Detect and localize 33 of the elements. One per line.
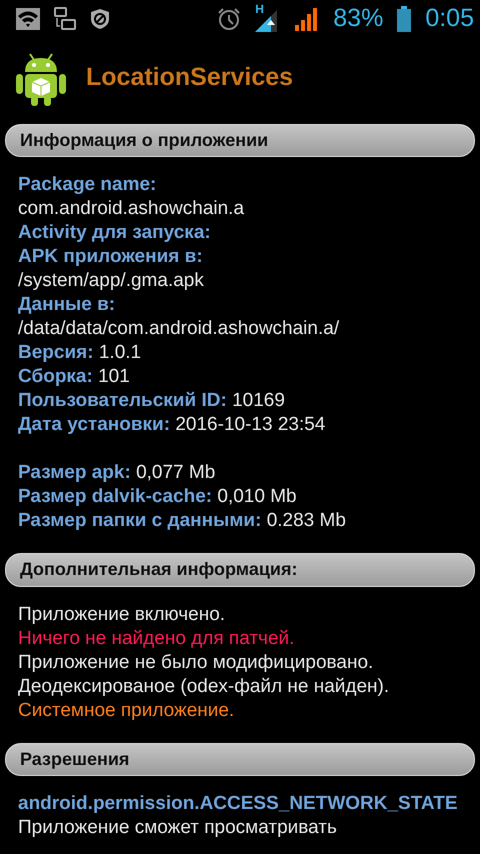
section-header: Дополнительная информация: xyxy=(5,553,475,587)
info-line: Сборка: 101 xyxy=(18,365,131,390)
status-line: Системное приложение. xyxy=(18,698,236,723)
info-line: Размер dalvik-cache: 0,010 Mb xyxy=(18,485,298,510)
clock-time: 0:05 xyxy=(425,4,474,34)
info-value: com.android.ashowchain.a xyxy=(18,197,246,222)
signal-icon xyxy=(295,6,320,31)
info-label: APK приложения в: xyxy=(18,245,204,270)
permission-description: Приложение сможет просматривать xyxy=(18,816,338,840)
screen-icon xyxy=(54,6,76,31)
status-line: Ничего не найдено для патчей. xyxy=(18,626,296,651)
info-line: Размер папки с данными: 0.283 Mb xyxy=(18,509,347,534)
info-value: /system/app/.gma.apk xyxy=(18,269,205,294)
info-line: Дата установки: 2016-10-13 23:54 xyxy=(18,413,326,438)
section-header: Информация о приложении xyxy=(5,124,475,158)
info-line: Версия: 1.0.1 xyxy=(18,341,142,366)
wifi-icon xyxy=(16,8,40,30)
permission-name: android.permission.ACCESS_NETWORK_STATE xyxy=(18,792,459,816)
alarm-icon xyxy=(217,6,242,31)
section-header: Разрешения xyxy=(5,742,475,776)
shield-icon xyxy=(90,8,110,30)
info-label: Package name: xyxy=(18,173,158,198)
info-line: Размер apk: 0,077 Mb xyxy=(18,461,216,486)
app-name: LocationServices xyxy=(86,63,294,92)
status-line: Деодексированое (odex-файл не найден). xyxy=(18,674,390,699)
battery-icon xyxy=(397,6,412,32)
info-value: /data/data/com.android.ashowchain.a/ xyxy=(18,317,340,342)
status-line: Приложение включено. xyxy=(18,602,226,627)
info-line: Пользовательский ID: 10169 xyxy=(18,389,286,414)
info-label: Activity для запуска: xyxy=(18,221,212,246)
info-label: Данные в: xyxy=(18,293,116,318)
status-line: Приложение не было модифицировано. xyxy=(18,650,374,675)
battery-percent: 83% xyxy=(333,4,384,34)
